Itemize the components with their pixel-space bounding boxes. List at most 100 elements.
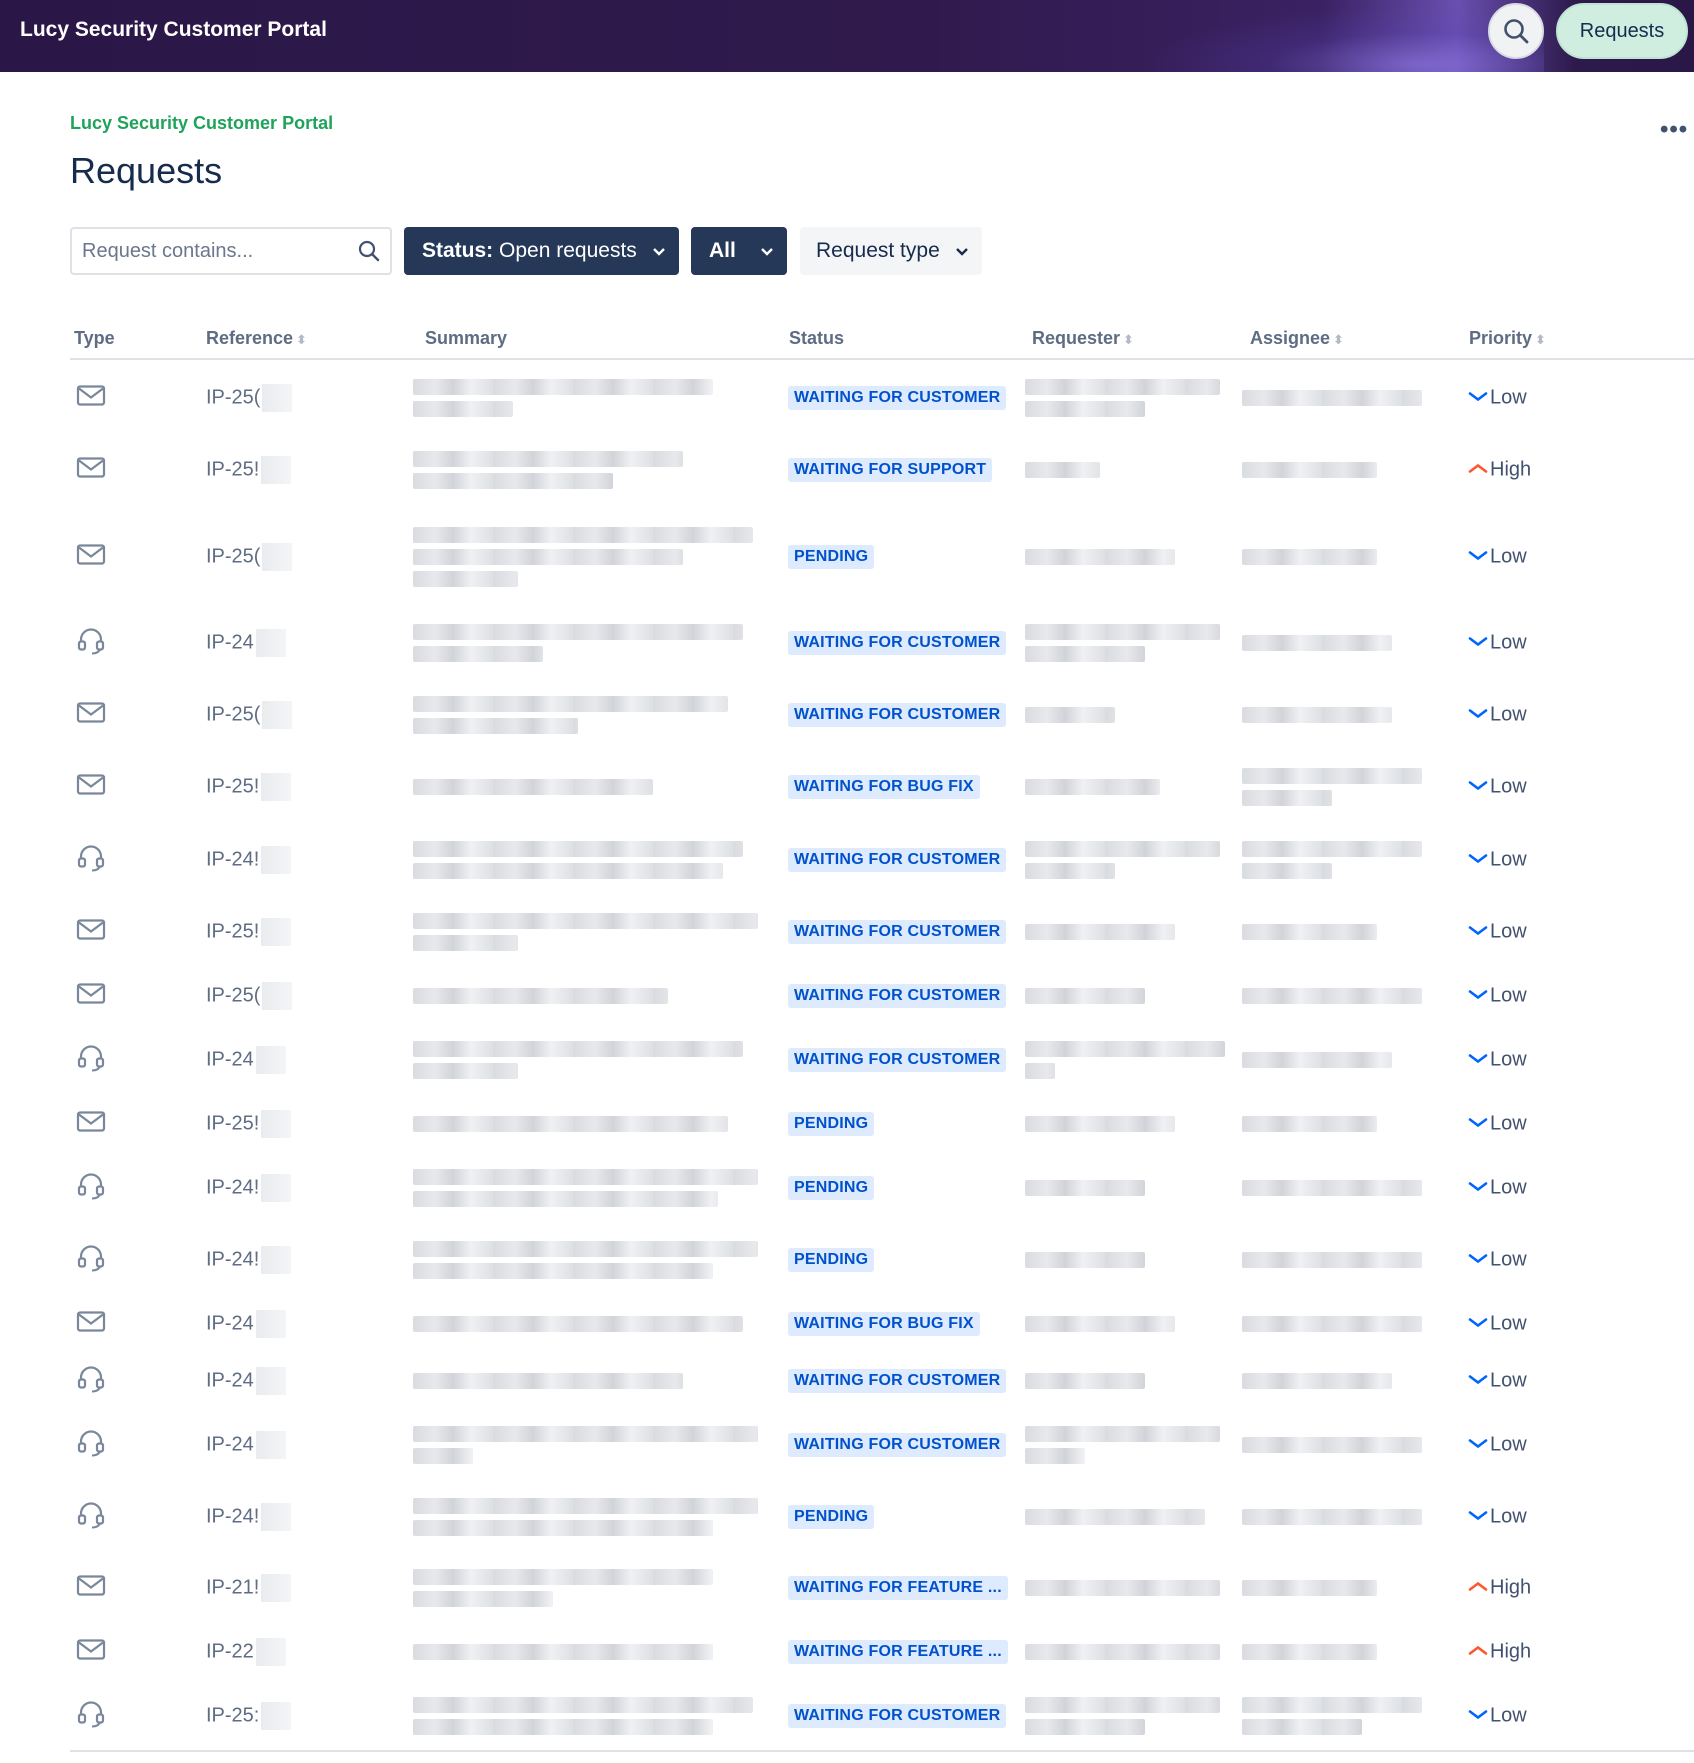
priority-low-icon: [1468, 985, 1490, 1008]
reference-text: IP-24: [206, 1312, 254, 1335]
priority-label: Low: [1490, 1312, 1527, 1335]
reference-link[interactable]: IP-21!: [206, 1574, 292, 1602]
priority-high-icon: [1468, 1641, 1490, 1664]
reference-link[interactable]: IP-24!: [206, 1246, 292, 1274]
table-row[interactable]: IP-24 WAITING FOR CUSTOMER Low: [70, 1351, 1694, 1411]
more-actions-button[interactable]: •••: [1660, 118, 1688, 142]
assignee-redacted: [1242, 384, 1422, 412]
mail-icon: [76, 384, 106, 413]
reference-link[interactable]: IP-24: [206, 1431, 286, 1459]
priority-cell: Low: [1468, 1434, 1527, 1457]
page-title: Requests: [70, 150, 223, 191]
table-row[interactable]: IP-24 WAITING FOR BUG FIX Low: [70, 1294, 1694, 1354]
request-type-label: Request type: [816, 239, 940, 262]
assignee-redacted: [1242, 1046, 1392, 1074]
reference-link[interactable]: IP-25(: [206, 701, 293, 729]
reference-link[interactable]: IP-24: [206, 629, 286, 657]
reference-text: IP-25(: [206, 386, 261, 409]
reference-link[interactable]: IP-24!: [206, 1174, 292, 1202]
priority-low-icon: [1468, 1434, 1490, 1457]
reference-link[interactable]: IP-24: [206, 1367, 286, 1395]
redacted-mask: [255, 1431, 286, 1459]
table-row[interactable]: IP-25! PENDING Low: [70, 1094, 1694, 1154]
table-row[interactable]: IP-25: WAITING FOR CUSTOMER Low: [70, 1686, 1694, 1746]
table-row[interactable]: IP-25! WAITING FOR CUSTOMER Low: [70, 902, 1694, 962]
status-filter-dropdown[interactable]: Status: Open requests: [404, 227, 679, 275]
reference-link[interactable]: IP-25!: [206, 773, 292, 801]
reference-link[interactable]: IP-24!: [206, 1503, 292, 1531]
table-row[interactable]: IP-22 WAITING FOR FEATURE ... High: [70, 1622, 1694, 1682]
priority-label: Low: [1490, 1248, 1527, 1271]
table-row[interactable]: IP-24! PENDING Low: [70, 1158, 1694, 1218]
requests-nav-button[interactable]: Requests: [1556, 3, 1688, 59]
table-row[interactable]: IP-24! WAITING FOR CUSTOMER Low: [70, 830, 1694, 890]
table-header: Type Reference ⬍ Summary Status Requester…: [70, 322, 1694, 360]
table-row[interactable]: IP-21! WAITING FOR FEATURE ... High: [70, 1558, 1694, 1618]
table-row[interactable]: IP-25( WAITING FOR CUSTOMER Low: [70, 685, 1694, 745]
reference-link[interactable]: IP-25!: [206, 918, 292, 946]
priority-low-icon: [1468, 1313, 1490, 1336]
status-lozenge: WAITING FOR CUSTOMER: [788, 1369, 1007, 1393]
redacted-mask: [261, 456, 292, 484]
column-header-reference[interactable]: Reference ⬍: [206, 328, 307, 349]
reference-link[interactable]: IP-25!: [206, 1110, 292, 1138]
redacted-mask: [255, 629, 286, 657]
reference-link[interactable]: IP-25(: [206, 982, 293, 1010]
assignee-redacted: [1242, 1574, 1377, 1602]
reference-link[interactable]: IP-24!: [206, 846, 292, 874]
reference-link[interactable]: IP-24: [206, 1046, 286, 1074]
chevron-down-icon: [653, 248, 665, 256]
reference-link[interactable]: IP-25(: [206, 543, 293, 571]
priority-label: Low: [1490, 1369, 1527, 1392]
reference-text: IP-21!: [206, 1576, 260, 1599]
status-lozenge: PENDING: [788, 545, 875, 569]
table-row[interactable]: IP-24 WAITING FOR CUSTOMER Low: [70, 613, 1694, 673]
summary-redacted: [413, 1035, 743, 1085]
requester-redacted: [1025, 618, 1220, 668]
reference-link[interactable]: IP-25!: [206, 456, 292, 484]
table-row[interactable]: IP-24! PENDING Low: [70, 1487, 1694, 1547]
requester-redacted: [1025, 982, 1145, 1010]
column-header-requester[interactable]: Requester ⬍: [1032, 328, 1134, 349]
reference-text: IP-24: [206, 1048, 254, 1071]
status-lozenge: PENDING: [788, 1112, 875, 1136]
breadcrumb[interactable]: Lucy Security Customer Portal: [70, 113, 333, 134]
requester-redacted: [1025, 1503, 1205, 1531]
reference-text: IP-25(: [206, 545, 261, 568]
reference-text: IP-25!: [206, 458, 260, 481]
search-icon: [1504, 19, 1529, 44]
request-type-filter-dropdown[interactable]: Request type: [800, 227, 982, 275]
column-header-assignee[interactable]: Assignee ⬍: [1250, 328, 1344, 349]
reference-link[interactable]: IP-22: [206, 1638, 286, 1666]
table-row[interactable]: IP-25(WAITING FOR CUSTOMER Low: [70, 368, 1694, 428]
request-search-input[interactable]: [82, 237, 342, 265]
reference-link[interactable]: IP-25(: [206, 384, 293, 412]
table-row[interactable]: IP-24 WAITING FOR CUSTOMER Low: [70, 1030, 1694, 1090]
table-row[interactable]: IP-25! WAITING FOR SUPPORT High: [70, 440, 1694, 500]
scope-filter-dropdown[interactable]: All: [691, 227, 787, 275]
priority-cell: High: [1468, 1641, 1531, 1664]
table-row[interactable]: IP-25(PENDING Low: [70, 527, 1694, 587]
table-row[interactable]: IP-24! PENDING Low: [70, 1230, 1694, 1290]
mail-icon: [76, 982, 106, 1011]
assignee-redacted: [1242, 456, 1377, 484]
reference-text: IP-25!: [206, 1112, 260, 1135]
portal-brand[interactable]: Lucy Security Customer Portal: [20, 18, 327, 42]
reference-link[interactable]: IP-25:: [206, 1702, 292, 1730]
redacted-mask: [255, 1638, 286, 1666]
priority-low-icon: [1468, 632, 1490, 655]
requester-redacted: [1025, 1638, 1220, 1666]
headset-icon: [76, 1428, 106, 1463]
table-row[interactable]: IP-25! WAITING FOR BUG FIX Low: [70, 757, 1694, 817]
priority-high-icon: [1468, 1577, 1490, 1600]
request-search-field[interactable]: [70, 227, 392, 275]
redacted-mask: [261, 918, 292, 946]
status-lozenge: WAITING FOR CUSTOMER: [788, 703, 1007, 727]
global-search-button[interactable]: [1488, 3, 1544, 59]
redacted-mask: [262, 982, 293, 1010]
column-header-priority[interactable]: Priority ⬍: [1469, 328, 1546, 349]
priority-cell: Low: [1468, 704, 1527, 727]
table-row[interactable]: IP-25(WAITING FOR CUSTOMER Low: [70, 966, 1694, 1026]
reference-link[interactable]: IP-24: [206, 1310, 286, 1338]
table-row[interactable]: IP-24 WAITING FOR CUSTOMER Low: [70, 1415, 1694, 1475]
